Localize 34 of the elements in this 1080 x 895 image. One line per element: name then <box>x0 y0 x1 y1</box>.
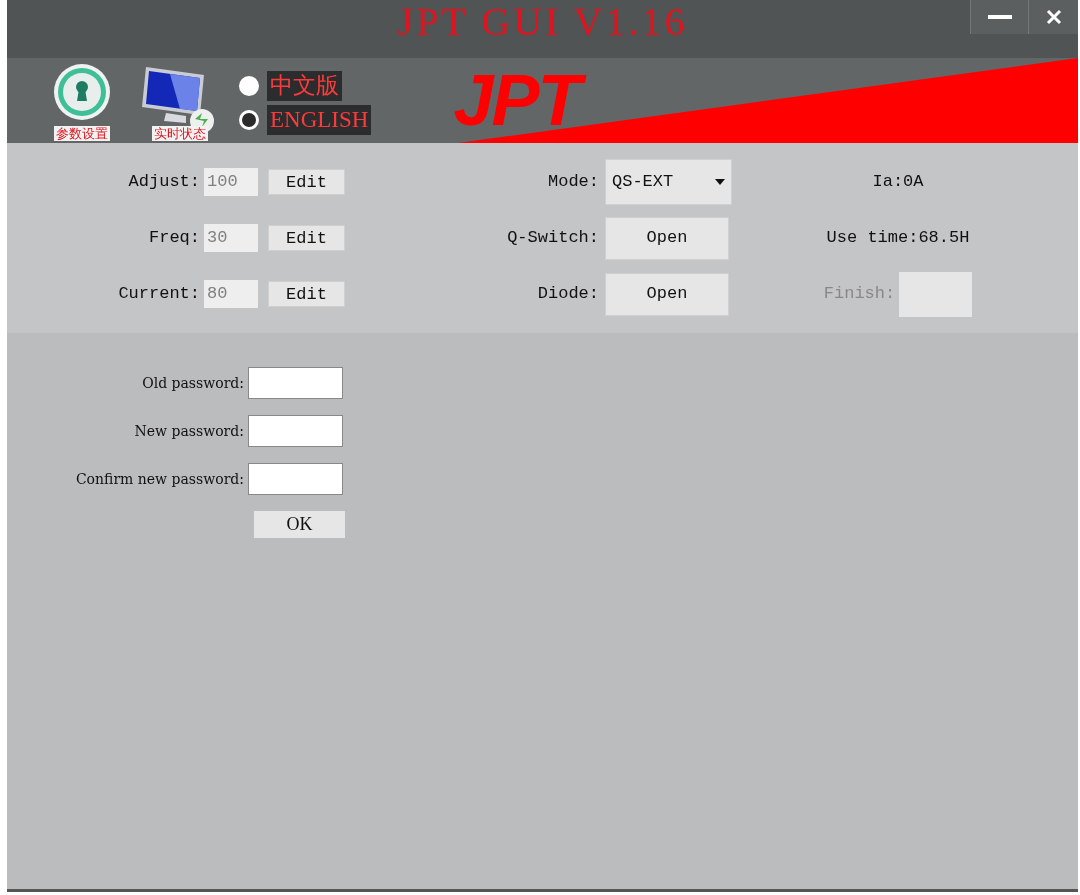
password-label: New password: <box>133 421 245 441</box>
parameter-label: Current: <box>117 283 201 306</box>
finish-field[interactable] <box>899 271 973 317</box>
close-icon <box>1045 9 1062 25</box>
tool-label[interactable]: 实时状态 <box>152 126 208 141</box>
radio-button[interactable] <box>239 76 259 96</box>
password-field[interactable] <box>248 463 343 495</box>
language-label[interactable]: ENGLISH <box>267 105 372 135</box>
logo: JPT <box>449 59 594 141</box>
control-label: Mode: <box>547 171 600 194</box>
control-label: Diode: <box>536 283 600 306</box>
minimize-button[interactable] <box>970 0 1028 34</box>
language-label[interactable]: 中文版 <box>267 71 342 101</box>
password-field[interactable] <box>248 367 343 399</box>
caret-icon <box>715 179 725 185</box>
status-text: Ia:0A <box>872 171 924 194</box>
ok-button[interactable]: OK <box>254 511 345 538</box>
close-button[interactable] <box>1028 0 1078 34</box>
parameter-label: Adjust: <box>127 171 201 194</box>
tool-label[interactable]: 参数设置 <box>54 126 110 141</box>
finish-label: Finish: <box>823 283 896 306</box>
status-text: Use time:68.5H <box>826 227 970 250</box>
window-title: JPT GUI V1.16 <box>397 0 688 46</box>
password-label: Confirm new password: <box>74 469 245 489</box>
control-label: Q-Switch: <box>506 227 600 250</box>
minimize-icon <box>987 14 1012 20</box>
open-button[interactable]: Open <box>605 272 729 316</box>
open-button[interactable]: Open <box>605 216 729 260</box>
radio-button[interactable] <box>239 110 259 130</box>
mode-dropdown[interactable]: QS-EXT <box>605 159 732 205</box>
password-label: Old password: <box>141 373 245 393</box>
keyhole-icon <box>53 63 111 121</box>
password-field[interactable] <box>248 415 343 447</box>
parameter-label: Freq: <box>148 227 201 250</box>
